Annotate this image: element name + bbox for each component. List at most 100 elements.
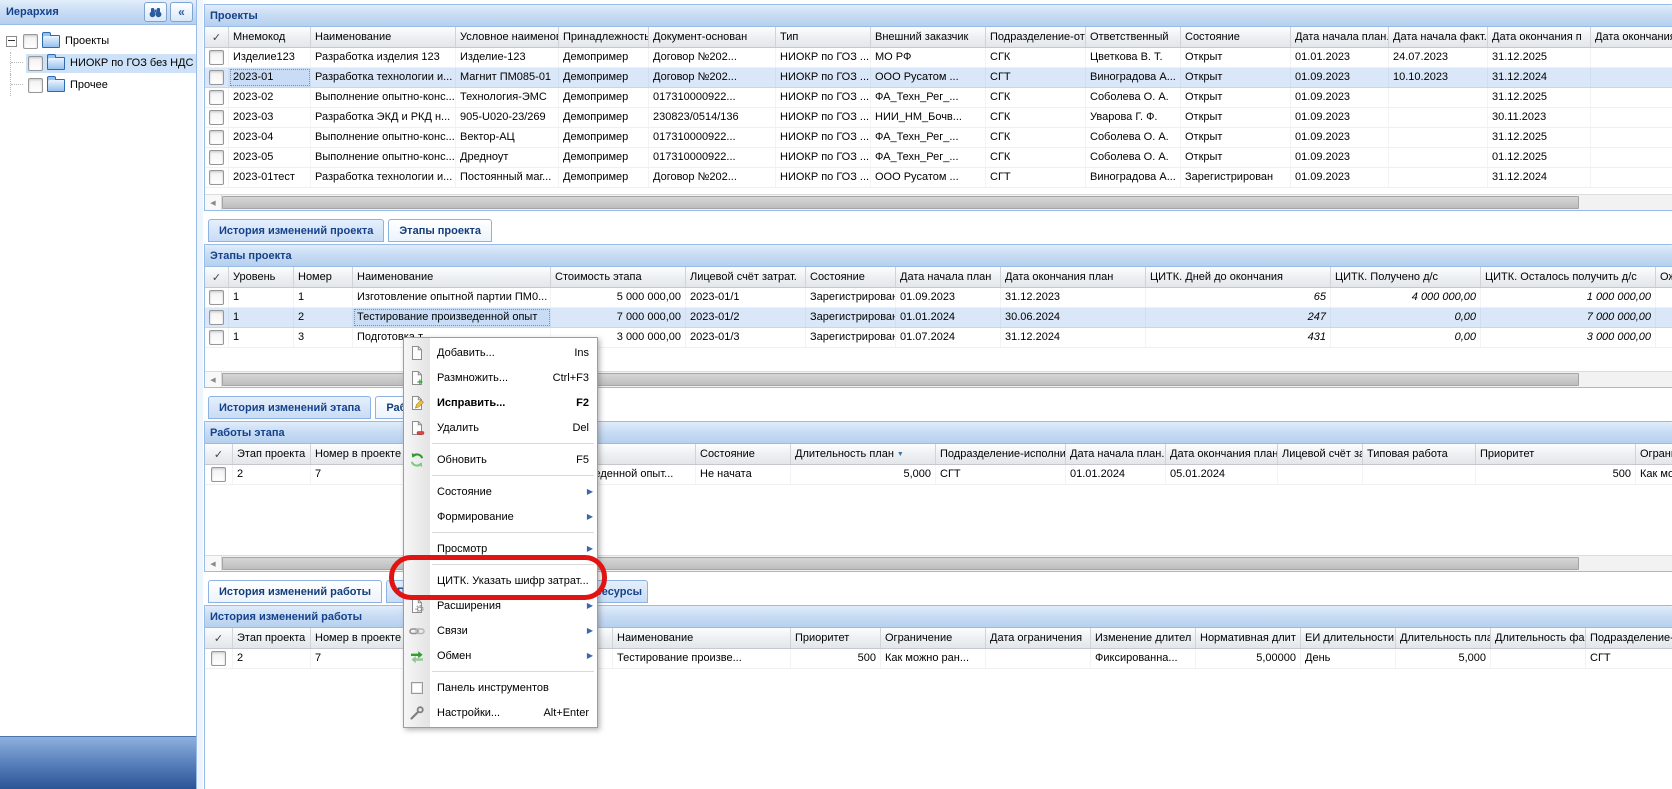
column-header[interactable]: Условное наименова [456, 27, 559, 47]
column-header[interactable]: Уровень [229, 267, 294, 287]
column-header[interactable]: Подразделение-исполнитель.. [936, 444, 1066, 464]
column-header[interactable]: Дата начала факт. [1389, 27, 1488, 47]
menu-item[interactable]: Формирование▶ [404, 504, 597, 529]
column-header[interactable]: Изменение длител [1091, 628, 1196, 648]
scroll-left-button[interactable]: ◀ [205, 195, 222, 210]
column-header[interactable]: Дата окончания план [1001, 267, 1146, 287]
column-header[interactable]: Наименование [311, 27, 456, 47]
tree-item-body[interactable]: Прочее [26, 76, 112, 95]
table-row[interactable]: 2023-01Разработка технологии и...Магнит … [205, 68, 1672, 88]
table-row[interactable]: 2023-04Выполнение опытно-конс...Вектор-А… [205, 128, 1672, 148]
column-header[interactable]: Ответственный [1086, 27, 1181, 47]
tab[interactable]: История изменений проекта [208, 219, 384, 242]
tree-checkbox[interactable] [28, 78, 43, 93]
tree-item[interactable]: Прочее [4, 74, 196, 96]
menu-item[interactable]: Просмотр▶ [404, 536, 597, 561]
column-header[interactable]: Нормативная длит [1196, 628, 1301, 648]
column-header[interactable]: Мнемокод [229, 27, 311, 47]
row-checkbox[interactable] [209, 90, 224, 105]
column-header[interactable]: Номер [294, 267, 353, 287]
tree-checkbox[interactable] [28, 56, 43, 71]
menu-item[interactable]: +Размножить...Ctrl+F3 [404, 365, 597, 390]
tree-item-body[interactable]: НИОКР по ГОЗ без НДС [26, 54, 196, 73]
row-checkbox[interactable] [211, 467, 226, 482]
column-header[interactable]: Принадлежность [559, 27, 649, 47]
column-header[interactable]: ЦИТК. Получено д/с [1331, 267, 1481, 287]
column-header[interactable]: Дата начала план. [1066, 444, 1166, 464]
row-checkbox[interactable] [211, 651, 226, 666]
menu-item[interactable]: Состояние▶ [404, 479, 597, 504]
column-header[interactable]: Внешний заказчик [871, 27, 986, 47]
column-header[interactable]: Длительность план▼ [791, 444, 936, 464]
column-header[interactable]: Длительность фак [1491, 628, 1586, 648]
tab[interactable]: Этапы проекта [388, 219, 492, 242]
column-header[interactable]: Тип [776, 27, 871, 47]
row-checkbox[interactable] [209, 150, 224, 165]
menu-item[interactable]: Исправить...F2 [404, 390, 597, 415]
scroll-left-button[interactable]: ◀ [205, 372, 222, 387]
row-checkbox[interactable] [209, 290, 224, 305]
menu-item[interactable]: Расширения▶ [404, 593, 597, 618]
column-header[interactable]: Ограни [1636, 444, 1672, 464]
row-checkbox[interactable] [209, 170, 224, 185]
column-header[interactable]: ✓ [205, 444, 233, 464]
horizontal-scrollbar[interactable]: ◀ [205, 194, 1672, 210]
column-header[interactable]: Этап проекта [233, 444, 311, 464]
column-header[interactable]: Подразделение-от [986, 27, 1086, 47]
column-header[interactable]: Ограничение [881, 628, 986, 648]
column-header[interactable]: Дата окончания п [1488, 27, 1591, 47]
column-header[interactable]: Дата ограничения [986, 628, 1091, 648]
tree-checkbox[interactable] [23, 34, 38, 49]
column-header[interactable]: ЕИ длительности [1301, 628, 1396, 648]
tree-item[interactable]: НИОКР по ГОЗ без НДС [4, 52, 196, 74]
column-header[interactable]: Документ-основан [649, 27, 776, 47]
menu-item[interactable]: Панель инструментов [404, 675, 597, 700]
menu-item[interactable]: Настройки...Alt+Enter [404, 700, 597, 725]
table-row[interactable]: 12Тестирование произведенной опыт7 000 0… [205, 308, 1672, 328]
column-header[interactable]: Дата окончания [1591, 27, 1672, 47]
menu-item[interactable]: УдалитьDel [404, 415, 597, 440]
scroll-left-button[interactable]: ◀ [205, 556, 222, 571]
column-header[interactable]: Номер в проекте [311, 444, 406, 464]
column-header[interactable]: Типовая работа [1363, 444, 1476, 464]
column-header[interactable]: Дата начала план. [1291, 27, 1389, 47]
column-header[interactable]: ✓ [205, 267, 229, 287]
table-row[interactable]: 2023-02Выполнение опытно-конс...Технолог… [205, 88, 1672, 108]
menu-item[interactable]: Связи▶ [404, 618, 597, 643]
table-row[interactable]: 11Изготовление опытной партии ПМ0...5 00… [205, 288, 1672, 308]
menu-item[interactable]: ЦИТК. Указать шифр затрат... [404, 568, 597, 593]
collapse-panel-button[interactable]: « [170, 2, 193, 22]
column-header[interactable]: Состояние [1181, 27, 1291, 47]
column-header[interactable]: Дата окончания план [1166, 444, 1278, 464]
column-header[interactable]: Состояние [696, 444, 791, 464]
column-header[interactable]: Лицевой счёт затрат. [686, 267, 806, 287]
tab[interactable]: История изменений работы [208, 580, 382, 603]
tree-item[interactable]: Проекты [4, 30, 196, 52]
column-header[interactable]: ✓ [205, 628, 233, 648]
column-header[interactable]: Состояние [806, 267, 896, 287]
row-checkbox[interactable] [209, 110, 224, 125]
column-header[interactable]: Этап проекта [233, 628, 311, 648]
table-row[interactable]: 2023-05Выполнение опытно-конс...Дредноут… [205, 148, 1672, 168]
column-header[interactable]: Ожидаемь [1656, 267, 1672, 287]
row-checkbox[interactable] [209, 50, 224, 65]
row-checkbox[interactable] [209, 310, 224, 325]
table-row[interactable]: Изделие123Разработка изделия 123Изделие-… [205, 48, 1672, 68]
search-button[interactable] [144, 2, 167, 22]
column-header[interactable]: ЦИТК. Дней до окончания [1146, 267, 1331, 287]
row-checkbox[interactable] [209, 70, 224, 85]
menu-item[interactable]: Обмен▶ [404, 643, 597, 668]
column-header[interactable]: Номер в проекте [311, 628, 406, 648]
column-header[interactable]: ✓ [205, 27, 229, 47]
tree-item-body[interactable]: Проекты [21, 32, 113, 51]
column-header[interactable]: Наименование [353, 267, 551, 287]
column-header[interactable]: Приоритет [791, 628, 881, 648]
column-header[interactable]: Дата начала план [896, 267, 1001, 287]
menu-item[interactable]: Добавить...Ins [404, 340, 597, 365]
column-header[interactable]: Длительность пла [1396, 628, 1491, 648]
row-checkbox[interactable] [209, 330, 224, 345]
table-row[interactable]: 2023-03Разработка ЭКД и РКД н...905-U020… [205, 108, 1672, 128]
column-header[interactable]: Наименование [613, 628, 791, 648]
row-checkbox[interactable] [209, 130, 224, 145]
tab[interactable]: История изменений этапа [208, 396, 371, 419]
